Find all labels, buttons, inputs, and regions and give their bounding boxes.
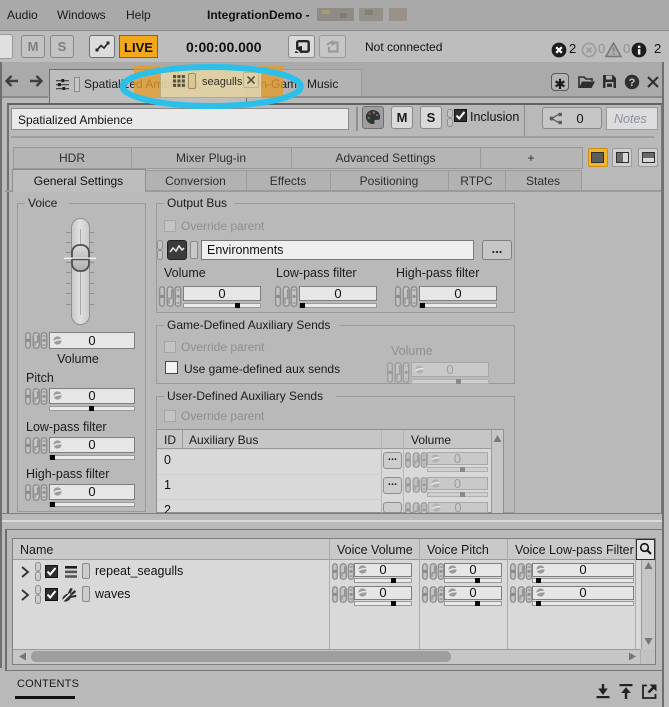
svg-text:?: ? [629,77,636,89]
